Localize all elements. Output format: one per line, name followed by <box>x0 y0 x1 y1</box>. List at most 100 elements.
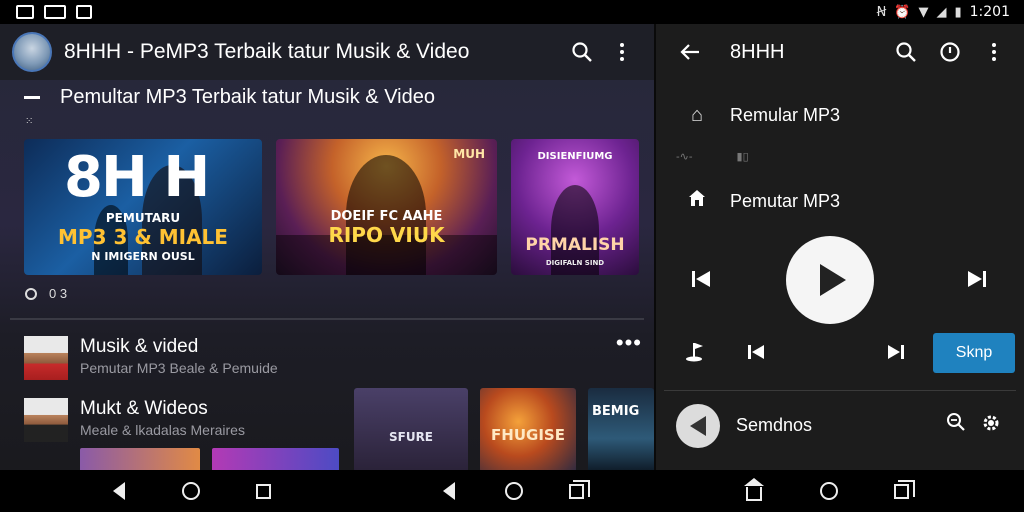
alarm-icon: ⏰ <box>894 4 911 20</box>
player-home-label: Pemutar MP3 <box>730 190 841 211</box>
list-item-subtitle: Pemutar MP3 Beale & Pemuide <box>80 360 278 376</box>
recents-icon <box>568 479 590 499</box>
wifi-icon: ▼ <box>918 4 929 20</box>
player-home-item[interactable]: Pemutar MP3 <box>684 188 840 214</box>
rewind-icon[interactable] <box>746 342 766 368</box>
thumbnail-title: 8H H <box>64 145 210 210</box>
meta-row: 0 3 <box>25 286 67 301</box>
avatar[interactable] <box>12 32 52 72</box>
album-card-title: SFURE <box>388 430 434 444</box>
skip-button[interactable]: Sknp <box>933 333 1015 373</box>
volume-icon: ▮▯ <box>736 151 749 163</box>
divider <box>10 318 644 320</box>
nav-home-button[interactable] <box>178 478 204 504</box>
back-icon <box>113 482 125 500</box>
list-item-title: Musik & vided <box>80 336 199 357</box>
search-icon[interactable] <box>884 32 928 72</box>
back-icon <box>443 482 455 500</box>
golf-flag-icon[interactable] <box>684 340 708 370</box>
nfc-icon: Ꞥ <box>876 4 887 20</box>
skip-previous-icon[interactable] <box>690 268 712 296</box>
back-arrow-icon[interactable] <box>668 32 712 72</box>
more-vert-icon[interactable] <box>972 32 1016 72</box>
thumbnail-text: PEMUTARU <box>105 211 181 225</box>
thumbnail-title: PRMALISH <box>525 235 625 255</box>
status-time: 1:201 <box>969 4 1010 20</box>
list-item[interactable]: Mukt & Wideos Meale & lkadalas Meraires <box>24 398 245 442</box>
more-vert-icon[interactable] <box>602 32 642 72</box>
timer-icon[interactable] <box>928 32 972 72</box>
now-playing-tools <box>946 412 1002 440</box>
video-carousel: 8H H PEMUTARU MP3 3 & MIALE N IMIGERN OU… <box>24 139 639 275</box>
player-source-label: Remular MP3 <box>730 105 841 125</box>
album-card[interactable]: BEMIG <box>588 388 654 470</box>
gamepad-icon <box>44 5 66 19</box>
recents-icon <box>893 479 915 499</box>
right-app-window: 8HHH ⌂ Remular MP3 -∿- ▮▯ Pemutar MP3 Sk… <box>656 24 1024 470</box>
speaker-icon <box>690 416 706 436</box>
navigation-bar <box>0 470 1024 512</box>
video-thumbnail[interactable]: DISIENFIUMG PRMALISH DIGIFALN SIND <box>511 139 639 275</box>
album-card-title: BEMIG <box>592 404 640 419</box>
more-horiz-icon[interactable]: ••• <box>616 330 642 356</box>
video-thumbnail[interactable]: MUH DOEIF FC AAHE RIPO VIUK <box>276 139 497 275</box>
photo-icon <box>16 5 34 19</box>
nav-back-button[interactable] <box>106 478 132 504</box>
section-title: Pemultar MP3 Terbaik tatur Musik & Video <box>60 86 435 108</box>
grid-icon: ⁙ <box>25 116 34 127</box>
notification-icon <box>76 5 92 19</box>
divider <box>664 390 1016 391</box>
video-thumbnail[interactable]: 8H H PEMUTARU MP3 3 & MIALE N IMIGERN OU… <box>24 139 262 275</box>
list-item-title: Mukt & Wideos <box>80 398 208 419</box>
thumbnail-text: MUH <box>453 147 485 161</box>
channel-thumbnail <box>24 398 68 442</box>
section-header: Pemultar MP3 Terbaik tatur Musik & Video <box>24 86 435 109</box>
thumbnail-text: DOEIF FC AAHE <box>330 209 443 224</box>
view-count: 0 3 <box>49 286 68 301</box>
home-icon <box>684 188 710 214</box>
small-indicators: -∿- ▮▯ <box>676 150 749 163</box>
zoom-icon[interactable] <box>946 412 966 440</box>
play-icon <box>820 264 846 296</box>
eye-icon <box>25 287 37 300</box>
video-preview[interactable] <box>80 448 200 470</box>
gear-icon[interactable] <box>980 412 1002 440</box>
thumbnail-text: N IMIGERN OUSL <box>91 250 195 263</box>
channel-thumbnail <box>24 336 68 380</box>
thumbnail-text: MP3 3 & MIALE <box>58 225 228 249</box>
search-icon[interactable] <box>562 32 602 72</box>
left-app-window: 8HHH - PeMP3 Terbaik tatur Musik & Video… <box>0 24 654 470</box>
nav-back-button[interactable] <box>436 478 462 504</box>
player-source-item[interactable]: ⌂ Remular MP3 <box>684 104 840 127</box>
nav-home-button[interactable] <box>501 478 527 504</box>
waveform-icon: -∿- <box>676 151 693 163</box>
nav-recents-button[interactable] <box>888 478 915 504</box>
album-card[interactable]: FHUGISE <box>480 388 576 470</box>
album-card[interactable]: SFURE <box>354 388 468 470</box>
thumbnail-text: DIGIFALN SIND <box>545 259 605 267</box>
status-bar: Ꞥ ⏰ ▼ ◢ ▮ 1:201 <box>0 0 1024 24</box>
list-item[interactable]: Musik & vided Pemutar MP3 Beale & Pemuid… <box>24 330 648 380</box>
fast-forward-icon[interactable] <box>886 342 906 368</box>
nav-recents-button[interactable] <box>250 478 276 504</box>
recents-icon <box>255 483 271 499</box>
now-playing-avatar[interactable] <box>676 404 720 448</box>
battery-icon: ▮ <box>954 4 962 20</box>
page-title: 8HHH - PeMP3 Terbaik tatur Musik & Video <box>64 40 470 63</box>
play-button[interactable] <box>786 236 874 324</box>
video-preview[interactable] <box>212 448 339 470</box>
home-icon <box>744 478 764 501</box>
speaker-icon: ⌂ <box>690 104 704 126</box>
signal-icon: ◢ <box>936 4 947 20</box>
nav-home-button[interactable] <box>741 478 767 504</box>
nav-recents-button[interactable] <box>563 478 590 504</box>
now-playing-label: Semdnos <box>736 415 813 435</box>
collapse-icon[interactable] <box>24 96 40 99</box>
nav-home-button[interactable] <box>816 478 842 504</box>
thumbnail-title: RIPO VIUK <box>328 223 445 247</box>
home-icon <box>505 482 523 500</box>
skip-next-icon[interactable] <box>966 268 988 296</box>
home-icon <box>820 482 838 500</box>
thumbnail-text: DISIENFIUMG <box>537 151 613 162</box>
player-title: 8HHH <box>730 40 785 63</box>
